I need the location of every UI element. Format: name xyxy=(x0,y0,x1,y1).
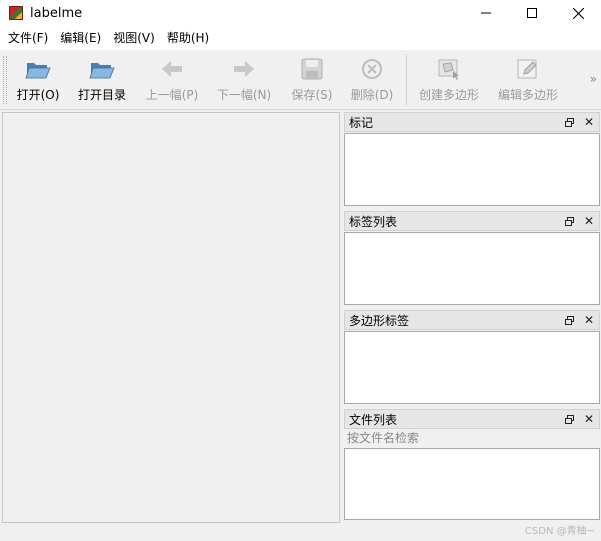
edit-polygon-button[interactable]: 编辑多边形 xyxy=(495,56,561,106)
polygon-labels-dock-title: 多边形标签 xyxy=(349,313,410,328)
close-icon xyxy=(572,7,584,19)
save-disk-icon xyxy=(299,56,325,82)
label-list-dock-header: 标签列表 ✕ xyxy=(344,211,600,231)
file-list-dock: 文件列表 ✕ 按文件名检索 xyxy=(344,409,600,520)
polygon-labels-list[interactable] xyxy=(344,331,600,404)
file-search-input[interactable]: 按文件名检索 xyxy=(344,429,600,447)
flags-dock-title: 标记 xyxy=(349,115,374,130)
create-polygon-label: 创建多边形 xyxy=(418,88,479,102)
close-icon[interactable]: ✕ xyxy=(583,313,595,327)
window-controls xyxy=(463,0,601,26)
close-icon[interactable]: ✕ xyxy=(583,214,595,228)
file-list-dock-header: 文件列表 ✕ xyxy=(344,409,600,429)
minimize-button[interactable] xyxy=(463,0,509,26)
open-directory-icon xyxy=(89,56,115,82)
label-list-dock: 标签列表 ✕ xyxy=(344,211,600,305)
title-bar: labelme xyxy=(0,0,601,26)
edit-polygon-label: 编辑多边形 xyxy=(497,88,558,102)
labelme-logo-icon xyxy=(9,6,23,20)
edit-pencil-icon xyxy=(515,56,541,82)
open-dir-label: 打开目录 xyxy=(77,88,126,102)
toolbar-separator xyxy=(406,54,407,106)
create-polygon-button[interactable]: 创建多边形 xyxy=(416,56,482,106)
float-icon[interactable] xyxy=(563,115,575,129)
open-button[interactable]: 打开(O) xyxy=(12,56,64,106)
float-icon[interactable] xyxy=(563,214,575,228)
next-image-label: 下一幅(N) xyxy=(216,88,272,102)
delete-circle-x-icon xyxy=(359,56,385,82)
close-icon[interactable]: ✕ xyxy=(583,115,595,129)
arrow-left-icon xyxy=(159,56,185,82)
window-title: labelme xyxy=(30,5,83,21)
prev-image-button[interactable]: 上一幅(P) xyxy=(142,56,202,106)
menu-help[interactable]: 帮助(H) xyxy=(161,26,215,50)
file-list-dock-title: 文件列表 xyxy=(349,412,398,427)
label-list[interactable] xyxy=(344,232,600,305)
toolbar-overflow-button[interactable]: » xyxy=(590,72,597,86)
open-dir-button[interactable]: 打开目录 xyxy=(72,56,132,106)
delete-button[interactable]: 删除(D) xyxy=(348,56,396,106)
watermark: CSDN @青柚~ xyxy=(524,526,595,537)
close-window-button[interactable] xyxy=(555,0,601,26)
save-label: 保存(S) xyxy=(291,88,333,102)
toolbar: 打开(O) 打开目录 上一幅(P) 下一幅(N) 保存(S) 删除(D) 创建多… xyxy=(0,50,601,110)
save-button[interactable]: 保存(S) xyxy=(287,56,337,106)
arrow-right-icon xyxy=(231,56,257,82)
next-image-button[interactable]: 下一幅(N) xyxy=(214,56,274,106)
polygon-labels-dock-header: 多边形标签 ✕ xyxy=(344,310,600,330)
menu-edit[interactable]: 编辑(E) xyxy=(54,26,107,50)
close-icon[interactable]: ✕ xyxy=(583,412,595,426)
image-canvas[interactable] xyxy=(2,112,340,523)
maximize-icon xyxy=(527,8,537,18)
float-icon[interactable] xyxy=(563,412,575,426)
file-list[interactable] xyxy=(344,448,600,520)
minimize-icon xyxy=(481,12,491,14)
flags-dock-header: 标记 ✕ xyxy=(344,112,600,132)
open-folder-icon xyxy=(25,56,51,82)
prev-image-label: 上一幅(P) xyxy=(145,88,199,102)
label-list-dock-title: 标签列表 xyxy=(349,214,398,229)
menu-view[interactable]: 视图(V) xyxy=(107,26,161,50)
menu-bar: 文件(F) 编辑(E) 视图(V) 帮助(H) xyxy=(0,26,601,50)
menu-file[interactable]: 文件(F) xyxy=(2,26,54,50)
flags-list[interactable] xyxy=(344,133,600,206)
delete-label: 删除(D) xyxy=(350,88,394,102)
flags-dock: 标记 ✕ xyxy=(344,112,600,206)
toolbar-grip[interactable] xyxy=(3,56,7,104)
open-label: 打开(O) xyxy=(16,88,60,102)
create-polygon-icon xyxy=(436,56,462,82)
polygon-labels-dock: 多边形标签 ✕ xyxy=(344,310,600,404)
float-icon[interactable] xyxy=(563,313,575,327)
maximize-button[interactable] xyxy=(509,0,555,26)
